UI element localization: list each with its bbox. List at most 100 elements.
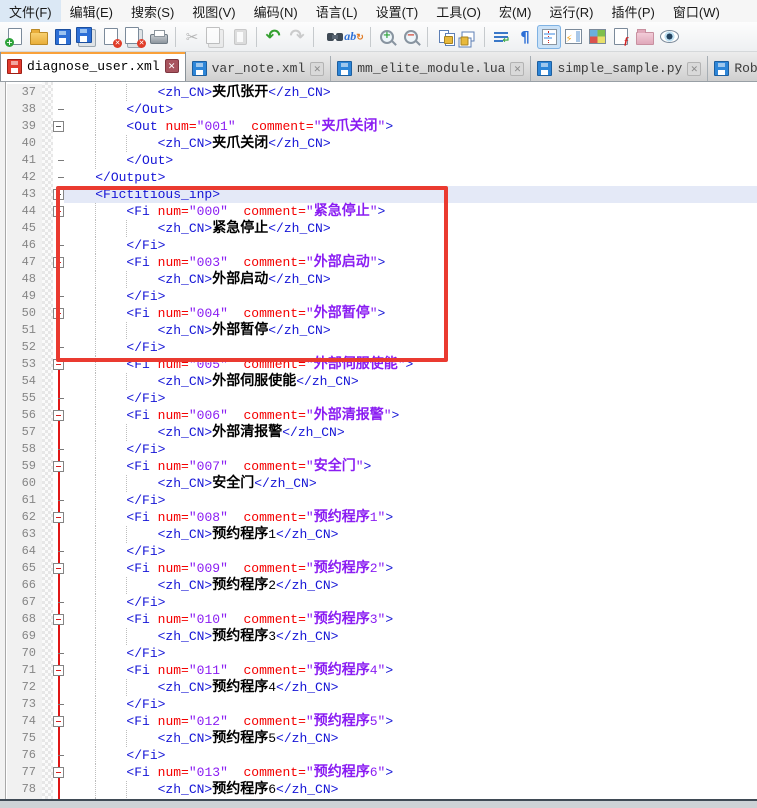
tab-diagnose_user-xml[interactable]: diagnose_user.xml✕ — [0, 52, 186, 81]
sync-vertical-scroll-icon[interactable] — [432, 25, 456, 49]
tab-close-icon[interactable]: ✕ — [165, 59, 179, 73]
code-line[interactable]: </Out> — [64, 101, 757, 118]
code-line[interactable]: </Fi> — [64, 390, 757, 407]
code-line[interactable]: </Output> — [64, 169, 757, 186]
menu-item-search[interactable]: 搜索(S) — [122, 0, 183, 22]
code-line[interactable]: <zh_CN>外部清报警</zh_CN> — [64, 424, 757, 441]
code-line[interactable]: <zh_CN>预约程序6</zh_CN> — [64, 781, 757, 798]
menu-item-tools[interactable]: 工具(O) — [427, 0, 490, 22]
menu-item-edit[interactable]: 编辑(E) — [61, 0, 122, 22]
close-file-icon[interactable]: ✕ — [99, 25, 123, 49]
document-map-icon[interactable] — [561, 25, 585, 49]
code-line[interactable]: </Fi> — [64, 492, 757, 509]
code-token: " — [384, 408, 392, 423]
code-line[interactable]: <zh_CN>预约程序5</zh_CN> — [64, 730, 757, 747]
print-icon[interactable] — [147, 25, 171, 49]
fold-collapse-box[interactable] — [53, 716, 64, 727]
fold-collapse-box[interactable] — [53, 512, 64, 523]
menu-item-view[interactable]: 视图(V) — [183, 0, 244, 22]
line-number: 77 — [7, 764, 42, 781]
undo-icon[interactable]: ↶ — [261, 25, 285, 49]
tab-close-icon[interactable]: ✕ — [310, 62, 324, 76]
code-token: <Fi — [126, 561, 157, 576]
new-file-icon[interactable]: + — [3, 25, 27, 49]
monitoring-icon[interactable] — [657, 25, 681, 49]
sync-horizontal-scroll-icon[interactable] — [456, 25, 480, 49]
code-line[interactable]: <zh_CN>预约程序4</zh_CN> — [64, 679, 757, 696]
word-wrap-icon[interactable] — [489, 25, 513, 49]
close-all-icon[interactable]: ✕ — [123, 25, 147, 49]
tab-simple_sample-py[interactable]: simple_sample.py✕ — [531, 56, 708, 81]
code-line[interactable]: </Fi> — [64, 645, 757, 662]
menu-item-plugins[interactable]: 插件(P) — [603, 0, 664, 22]
fold-collapse-box[interactable] — [53, 614, 64, 625]
code-line[interactable]: <Fi num="008" comment="预约程序1"> — [64, 509, 757, 526]
code-line[interactable]: <zh_CN>夹爪张开</zh_CN> — [64, 84, 757, 101]
code-line[interactable]: </Out> — [64, 152, 757, 169]
code-token: </zh_CN> — [254, 476, 316, 491]
menu-item-run[interactable]: 运行(R) — [540, 0, 602, 22]
fold-collapse-box[interactable] — [53, 461, 64, 472]
code-line[interactable]: <Fi num="011" comment="预约程序4"> — [64, 662, 757, 679]
zoom-out-icon[interactable]: − — [399, 25, 423, 49]
indent-guide — [95, 152, 96, 169]
paste-icon[interactable] — [228, 25, 252, 49]
function-list-icon[interactable]: ƒ — [609, 25, 633, 49]
code-line[interactable]: <zh_CN>外部伺服使能</zh_CN> — [64, 373, 757, 390]
redo-icon[interactable]: ↷ — [285, 25, 309, 49]
code-line[interactable]: <Fi num="009" comment="预约程序2"> — [64, 560, 757, 577]
show-indent-guide-icon[interactable] — [537, 25, 561, 49]
code-line[interactable]: </Fi> — [64, 594, 757, 611]
menu-item-settings[interactable]: 设置(T) — [367, 0, 428, 22]
menu-item-window[interactable]: 窗口(W) — [664, 0, 729, 22]
code-line[interactable]: <zh_CN>夹爪关闭</zh_CN> — [64, 135, 757, 152]
code-line[interactable]: </Fi> — [64, 696, 757, 713]
code-line[interactable]: <Out num="001" comment="夹爪关闭"> — [64, 118, 757, 135]
menu-item-encoding[interactable]: 编码(N) — [245, 0, 307, 22]
code-line[interactable]: <Fi num="006" comment="外部清报警"> — [64, 407, 757, 424]
cut-icon[interactable]: ✂ — [180, 25, 204, 49]
fold-collapse-box[interactable] — [53, 121, 64, 132]
tab-rob[interactable]: Rob — [708, 56, 757, 81]
code-line[interactable]: <Fi num="013" comment="预约程序6"> — [64, 764, 757, 781]
code-token: 预约程序 — [212, 577, 268, 593]
code-token: > — [385, 765, 393, 780]
code-token: 预约程序 — [314, 560, 370, 576]
code-line[interactable]: <zh_CN>预约程序3</zh_CN> — [64, 628, 757, 645]
copy-icon[interactable] — [204, 25, 228, 49]
fold-collapse-box[interactable] — [53, 767, 64, 778]
code-line[interactable]: <zh_CN>预约程序1</zh_CN> — [64, 526, 757, 543]
code-line[interactable]: <Fi num="010" comment="预约程序3"> — [64, 611, 757, 628]
code-line[interactable]: <zh_CN>安全门</zh_CN> — [64, 475, 757, 492]
open-file-icon[interactable] — [27, 25, 51, 49]
show-all-characters-icon[interactable]: ¶ — [513, 25, 537, 49]
code-line[interactable]: </Fi> — [64, 543, 757, 560]
code-token: > — [385, 561, 393, 576]
zoom-in-icon[interactable]: + — [375, 25, 399, 49]
code-line[interactable]: <Fi num="012" comment="预约程序5"> — [64, 713, 757, 730]
indent-guide — [126, 135, 127, 152]
code-line[interactable]: <zh_CN>预约程序2</zh_CN> — [64, 577, 757, 594]
indent-guide — [95, 560, 96, 577]
code-line[interactable]: <Fi num="007" comment="安全门"> — [64, 458, 757, 475]
menu-item-macro[interactable]: 宏(M) — [490, 0, 541, 22]
tab-close-icon[interactable]: ✕ — [510, 62, 524, 76]
code-line[interactable]: </Fi> — [64, 441, 757, 458]
tab-var_note-xml[interactable]: var_note.xml✕ — [186, 56, 332, 81]
tab-close-icon[interactable]: ✕ — [687, 62, 701, 76]
save-file-icon[interactable] — [51, 25, 75, 49]
fold-collapse-box[interactable] — [53, 410, 64, 421]
replace-icon[interactable]: ab↻ — [342, 25, 366, 49]
find-icon[interactable] — [318, 25, 342, 49]
line-number: 78 — [7, 781, 42, 798]
menu-item-file[interactable]: 文件(F) — [0, 0, 61, 22]
document-list-icon[interactable] — [585, 25, 609, 49]
menu-item-language[interactable]: 语言(L) — [307, 0, 367, 22]
save-all-icon[interactable] — [75, 25, 99, 49]
code-line[interactable]: </Fi> — [64, 747, 757, 764]
bookmark-margin[interactable] — [42, 82, 53, 799]
fold-collapse-box[interactable] — [53, 563, 64, 574]
tab-mm_elite_module-lua[interactable]: mm_elite_module.lua✕ — [331, 56, 531, 81]
fold-collapse-box[interactable] — [53, 665, 64, 676]
folder-as-workspace-icon[interactable] — [633, 25, 657, 49]
